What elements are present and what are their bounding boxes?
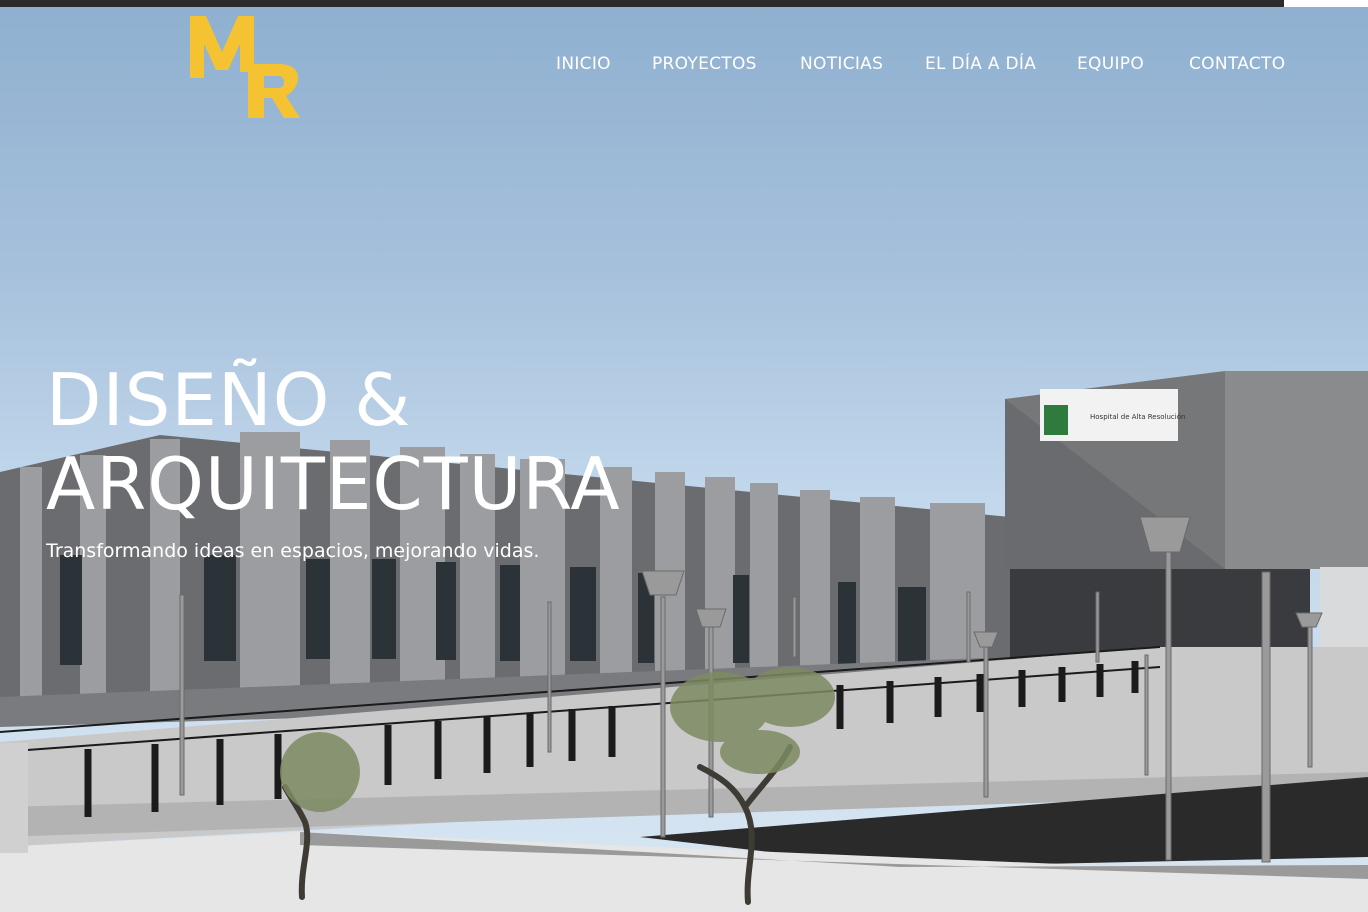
hero-title-line-2: ARQUITECTURA xyxy=(46,442,621,526)
nav-item-proyectos[interactable]: PROYECTOS xyxy=(652,54,757,74)
nav-item-equipo[interactable]: EQUIPO xyxy=(1077,54,1144,74)
top-bar xyxy=(0,0,1284,7)
nav-item-contacto[interactable]: CONTACTO xyxy=(1189,54,1285,74)
hero-subtitle: Transformando ideas en espacios, mejoran… xyxy=(46,540,540,562)
nav-item-noticias[interactable]: NOTICIAS xyxy=(800,54,883,74)
nav-item-inicio[interactable]: INICIO xyxy=(556,54,611,74)
main-nav: INICIO PROYECTOS NOTICIAS EL DÍA A DÍA E… xyxy=(0,54,1368,78)
hero-title: DISEÑO & ARQUITECTURA xyxy=(46,358,621,526)
top-bar-gap xyxy=(1284,0,1368,7)
nav-item-el-dia-a-dia[interactable]: EL DÍA A DÍA xyxy=(925,54,1036,74)
hero-title-line-1: DISEÑO & xyxy=(46,358,412,442)
svg-text:Hospital de Alta Resolución: Hospital de Alta Resolución xyxy=(1090,413,1185,421)
